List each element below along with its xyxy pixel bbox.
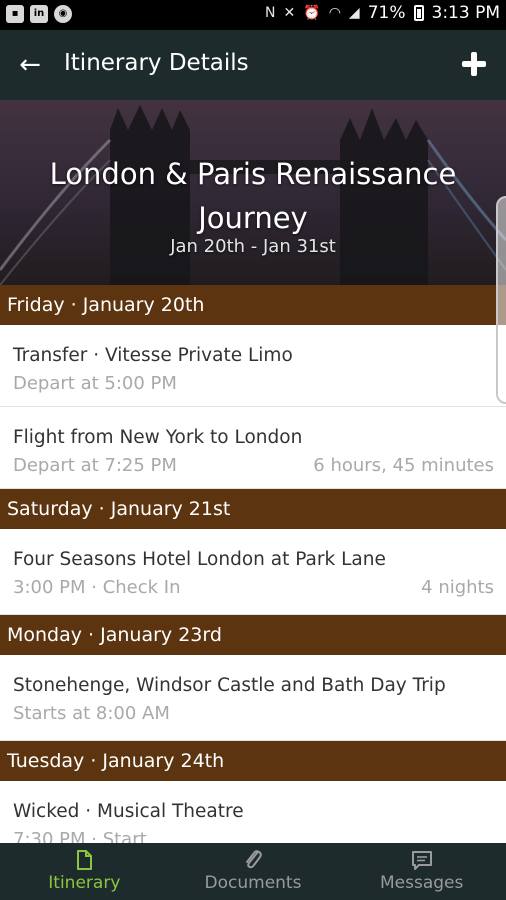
mute-icon: ✕ — [283, 5, 296, 21]
app-bar: ← Itinerary Details — [0, 30, 506, 100]
wifi-icon: ◠ — [328, 5, 341, 21]
nfc-icon: N — [265, 5, 276, 21]
clock: 3:13 PM — [431, 3, 501, 23]
page-title: Itinerary Details — [64, 50, 249, 76]
app-icon: ▪ — [6, 5, 24, 23]
day-header: Saturday · January 21st — [0, 489, 506, 529]
message-icon — [411, 851, 432, 870]
list-item[interactable]: Four Seasons Hotel London at Park Lane 3… — [0, 529, 506, 615]
item-title: Flight from New York to London — [13, 427, 303, 448]
back-button[interactable]: ← — [10, 47, 50, 83]
paperclip-icon — [246, 850, 262, 869]
list-item[interactable]: Flight from New York to London Depart at… — [0, 407, 506, 489]
item-subtitle: 3:00 PM · Check In — [13, 577, 181, 598]
tab-label: Messages — [379, 873, 464, 893]
tab-documents[interactable]: Documents — [169, 843, 338, 900]
item-title: Four Seasons Hotel London at Park Lane — [13, 549, 386, 570]
battery-percent: 71% — [367, 3, 406, 23]
item-duration: 6 hours, 45 minutes — [313, 455, 494, 476]
item-subtitle: 7:30 PM · Start — [13, 829, 147, 843]
trip-dates: Jan 20th - Jan 31st — [170, 236, 336, 257]
list-item[interactable]: Wicked · Musical Theatre 7:30 PM · Start — [0, 781, 506, 843]
status-bar: ▪ in ◉ N ✕ ⏰ ◠ ◢ 71% 3:13 PM — [0, 0, 506, 30]
list-item[interactable]: Transfer · Vitesse Private Limo Depart a… — [0, 325, 506, 407]
edge-panel-handle[interactable] — [496, 196, 506, 404]
day-header: Tuesday · January 24th — [0, 741, 506, 781]
bottom-navigation: Itinerary Documents Messages — [0, 843, 506, 900]
back-arrow-icon: ← — [19, 50, 41, 80]
tab-label: Itinerary — [48, 873, 121, 893]
signal-icon: ◢ — [348, 5, 360, 21]
tab-itinerary[interactable]: Itinerary — [0, 843, 169, 900]
day-header: Friday · January 20th — [0, 285, 506, 325]
item-title: Transfer · Vitesse Private Limo — [13, 345, 293, 366]
item-duration: 4 nights — [421, 577, 494, 598]
system-icons: N ✕ ⏰ ◠ ◢ 71% 3:13 PM — [265, 3, 500, 23]
day-header: Monday · January 23rd — [0, 615, 506, 655]
item-subtitle: Depart at 7:25 PM — [13, 455, 177, 476]
chrome-icon: ◉ — [54, 5, 72, 23]
linkedin-icon: in — [30, 5, 48, 23]
item-subtitle: Starts at 8:00 AM — [13, 703, 170, 724]
trip-title: London & Paris Renaissance Journey — [49, 157, 457, 235]
itinerary-list[interactable]: Friday · January 20th Transfer · Vitesse… — [0, 285, 506, 843]
alarm-icon: ⏰ — [303, 5, 321, 21]
item-title: Wicked · Musical Theatre — [13, 801, 244, 822]
item-subtitle: Depart at 5:00 PM — [13, 373, 177, 394]
tab-messages[interactable]: Messages — [337, 843, 506, 900]
battery-icon — [413, 5, 424, 21]
trip-hero-banner: London & Paris Renaissance Journey Jan 2… — [0, 100, 506, 285]
item-title: Stonehenge, Windsor Castle and Bath Day … — [13, 675, 446, 696]
document-icon — [77, 850, 93, 870]
tab-label: Documents — [204, 873, 302, 893]
add-button[interactable] — [456, 46, 492, 82]
list-item[interactable]: Stonehenge, Windsor Castle and Bath Day … — [0, 655, 506, 741]
notification-icons: ▪ in ◉ — [6, 5, 72, 23]
